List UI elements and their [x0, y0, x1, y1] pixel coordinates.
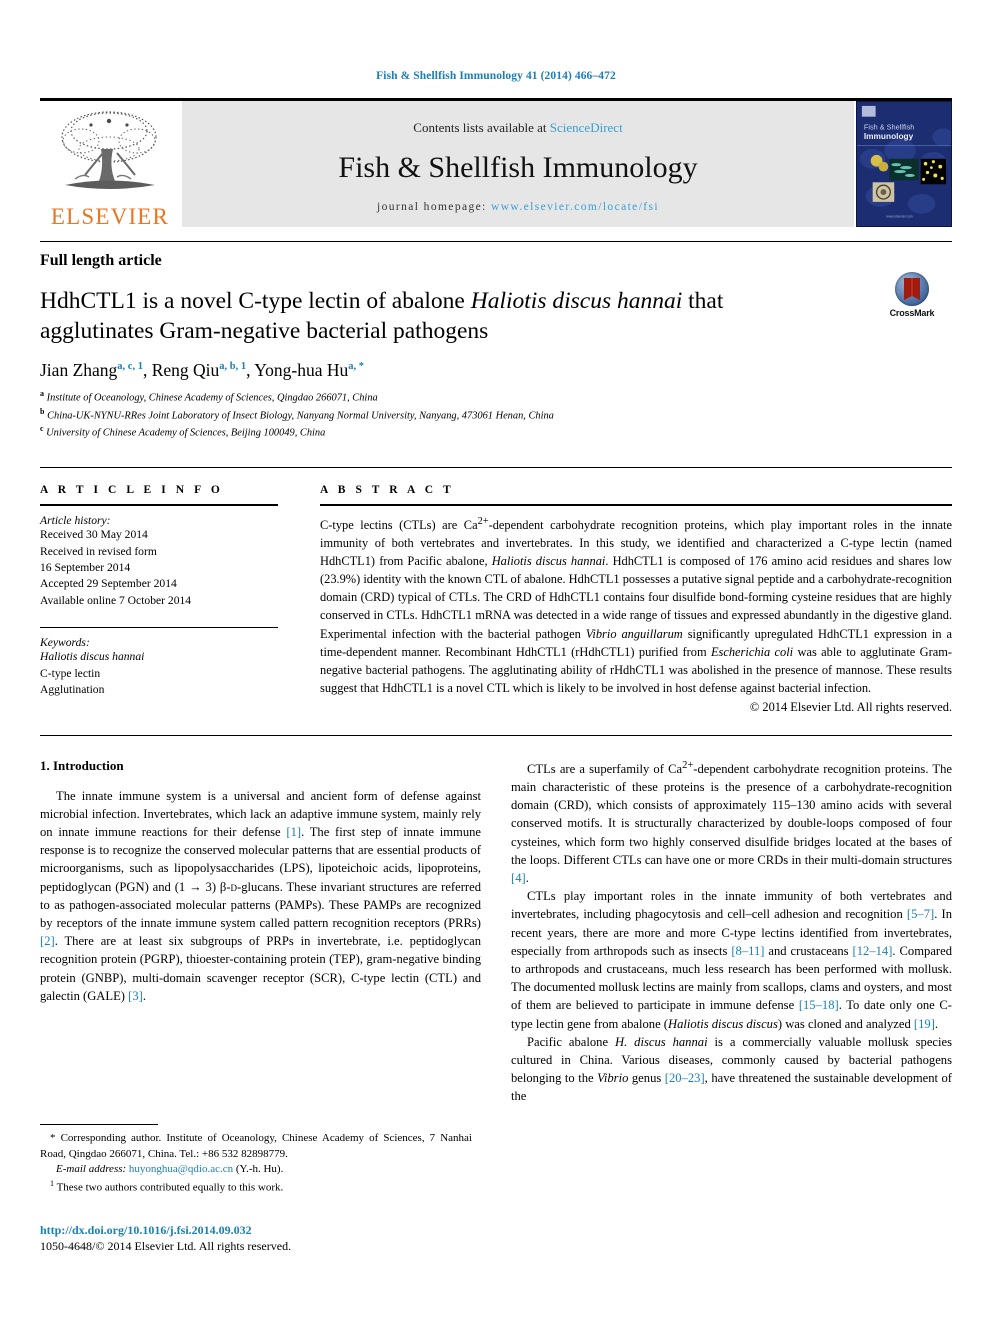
abstract-column: A B S T R A C T C-type lectins (CTLs) ar… [320, 484, 952, 715]
history-item: Received 30 May 2014 [40, 528, 148, 542]
affiliation-list: a Institute of Oceanology, Chinese Acade… [40, 388, 952, 441]
affiliation-item: b China-UK-NYNU-RRes Joint Laboratory of… [40, 406, 952, 424]
doi-link[interactable]: http://dx.doi.org/10.1016/j.fsi.2014.09.… [40, 1223, 291, 1238]
author-marks: a, b, 1 [219, 361, 247, 373]
title-species: Haliotis discus hannai [470, 288, 683, 314]
article-info-heading: A R T I C L E I N F O [40, 484, 224, 497]
running-head: Fish & Shellfish Immunology 41 (2014) 46… [376, 70, 616, 82]
body-columns: 1. Introduction The innate immune system… [40, 758, 952, 1106]
crossmark-label: CrossMark [889, 308, 935, 318]
affiliation-text: Institute of Oceanology, Chinese Academy… [46, 392, 378, 404]
abstract-copyright: © 2014 Elsevier Ltd. All rights reserved… [749, 699, 952, 714]
affiliation-item: c University of Chinese Academy of Scien… [40, 423, 952, 441]
contents-available-line: Contents lists available at ScienceDirec… [413, 120, 622, 136]
sciencedirect-link[interactable]: ScienceDirect [550, 120, 623, 135]
citation-ref[interactable]: [4] [511, 871, 526, 885]
footnote-mark: 1 [50, 1178, 54, 1188]
paragraph: CTLs are a superfamily of Ca2+-dependent… [511, 759, 952, 886]
affiliation-item: a Institute of Oceanology, Chinese Acade… [40, 388, 952, 406]
journal-title: Fish & Shellfish Immunology [338, 150, 698, 184]
history-item: Received in revised form [40, 544, 157, 558]
title-part-1: HdhCTL1 is a novel C-type lectin of abal… [40, 288, 471, 314]
citation-ref[interactable]: [2] [40, 934, 55, 948]
elsevier-logo: ELSEVIER [40, 101, 180, 229]
citation-ref[interactable]: [3] [128, 989, 143, 1003]
homepage-prefix: journal homepage: [377, 200, 491, 213]
affiliation-mark: c [40, 424, 44, 434]
author-marks: a, * [348, 361, 364, 373]
footnote-email: E-mail address: huyonghua@qdio.ac.cn (Y.… [40, 1162, 472, 1178]
svg-text:Fish & Shellfish: Fish & Shellfish [864, 122, 915, 131]
journal-homepage-line: journal homepage: www.elsevier.com/locat… [377, 201, 659, 213]
keyword-item: C-type lectin [40, 666, 101, 680]
section-title-introduction: 1. Introduction [40, 757, 124, 773]
citation-ref[interactable]: [20–23] [665, 1071, 705, 1085]
journal-cover-thumbnail[interactable]: Fish & Shellfish Immunology www.elsevier… [856, 101, 952, 227]
page-title: HdhCTL1 is a novel C-type lectin of abal… [40, 286, 840, 346]
history-item: 16 September 2014 [40, 561, 131, 575]
affiliation-text: University of Chinese Academy of Science… [46, 427, 326, 439]
citation-ref[interactable]: [19] [914, 1017, 935, 1031]
paragraph: The innate immune system is a universal … [40, 788, 482, 1003]
article-info-column: A R T I C L E I N F O Article history: R… [40, 484, 278, 715]
footnote-equal-contribution: 1 These two authors contributed equally … [40, 1178, 472, 1196]
affiliation-mark: a [40, 389, 44, 399]
svg-text:Immunology: Immunology [864, 131, 914, 141]
email-link[interactable]: huyonghua@qdio.ac.cn [129, 1163, 233, 1175]
title-block: Full length article CrossMark HdhCTL1 is… [40, 241, 952, 441]
article-type-label: Full length article [40, 252, 162, 269]
article-history-label: Article history: [40, 514, 111, 528]
citation-ref[interactable]: [1] [286, 825, 301, 839]
crossmark-icon [895, 272, 929, 306]
divider [320, 504, 952, 507]
cover-artwork: Fish & Shellfish Immunology www.elsevier… [857, 102, 951, 226]
elsevier-tree-icon [61, 111, 157, 189]
info-abstract-region: A R T I C L E I N F O Article history: R… [40, 467, 952, 715]
divider [40, 504, 278, 507]
citation-ref[interactable]: [15–18] [799, 998, 839, 1012]
keywords-label: Keywords: [40, 636, 90, 650]
footnote-corresponding: * Corresponding author. Institute of Oce… [40, 1132, 472, 1160]
paragraph: Pacific abalone H. discus hannai is a co… [511, 1034, 953, 1104]
doi-block: http://dx.doi.org/10.1016/j.fsi.2014.09.… [40, 1223, 291, 1254]
right-column: CTLs are a superfamily of Ca2+-dependent… [511, 758, 952, 1106]
affiliation-mark: b [40, 406, 45, 416]
journal-band: Contents lists available at ScienceDirec… [182, 101, 854, 227]
paragraph: CTLs play important roles in the innate … [511, 889, 952, 1031]
author-marks: a, c, 1 [117, 361, 143, 373]
citation-ref[interactable]: [8–11] [731, 944, 764, 958]
abstract-heading: A B S T R A C T [320, 484, 455, 497]
email-label: E-mail address: [56, 1163, 127, 1176]
abstract-text: C-type lectins (CTLs) are Ca2+-dependent… [320, 516, 953, 695]
issn-copyright-line: 1050-4648/© 2014 Elsevier Ltd. All right… [40, 1239, 292, 1253]
elsevier-wordmark: ELSEVIER [50, 204, 170, 229]
email-suffix: (Y.-h. Hu). [233, 1163, 284, 1176]
crossmark-badge[interactable]: CrossMark [872, 272, 952, 318]
affiliation-text: China-UK-NYNU-RRes Joint Laboratory of I… [47, 410, 554, 422]
svg-text:www.elsevier.com: www.elsevier.com [886, 215, 913, 219]
paper-page: Fish & Shellfish Immunology 41 (2014) 46… [0, 0, 992, 1323]
history-item: Available online 7 October 2014 [40, 593, 192, 607]
author-name[interactable]: Yong-hua Hu [254, 360, 348, 380]
footnote-text: These two authors contributed equally to… [56, 1181, 284, 1194]
author-separator: , [142, 360, 152, 381]
footnotes-block: * Corresponding author. Institute of Oce… [40, 1124, 472, 1196]
contents-prefix: Contents lists available at [413, 119, 550, 135]
author-list: Jian Zhanga, c, 1, Reng Qiua, b, 1, Yong… [40, 360, 952, 381]
left-column: 1. Introduction The innate immune system… [40, 758, 481, 1106]
citation-ref[interactable]: [12–14] [853, 944, 893, 958]
history-item: Accepted 29 September 2014 [40, 577, 177, 591]
author-name[interactable]: Reng Qiu [152, 360, 220, 380]
journal-masthead: ELSEVIER Contents lists available at Sci… [40, 98, 952, 229]
keyword-item: Agglutination [40, 683, 105, 697]
author-name[interactable]: Jian Zhang [40, 360, 117, 380]
citation-ref[interactable]: [5–7] [907, 907, 934, 921]
footnote-divider [40, 1124, 158, 1125]
keywords-block: Keywords: Haliotis discus hannai C-type … [40, 627, 278, 698]
divider [40, 734, 952, 736]
keyword-item: Haliotis discus hannai [40, 650, 145, 664]
homepage-url-link[interactable]: www.elsevier.com/locate/fsi [491, 201, 659, 213]
